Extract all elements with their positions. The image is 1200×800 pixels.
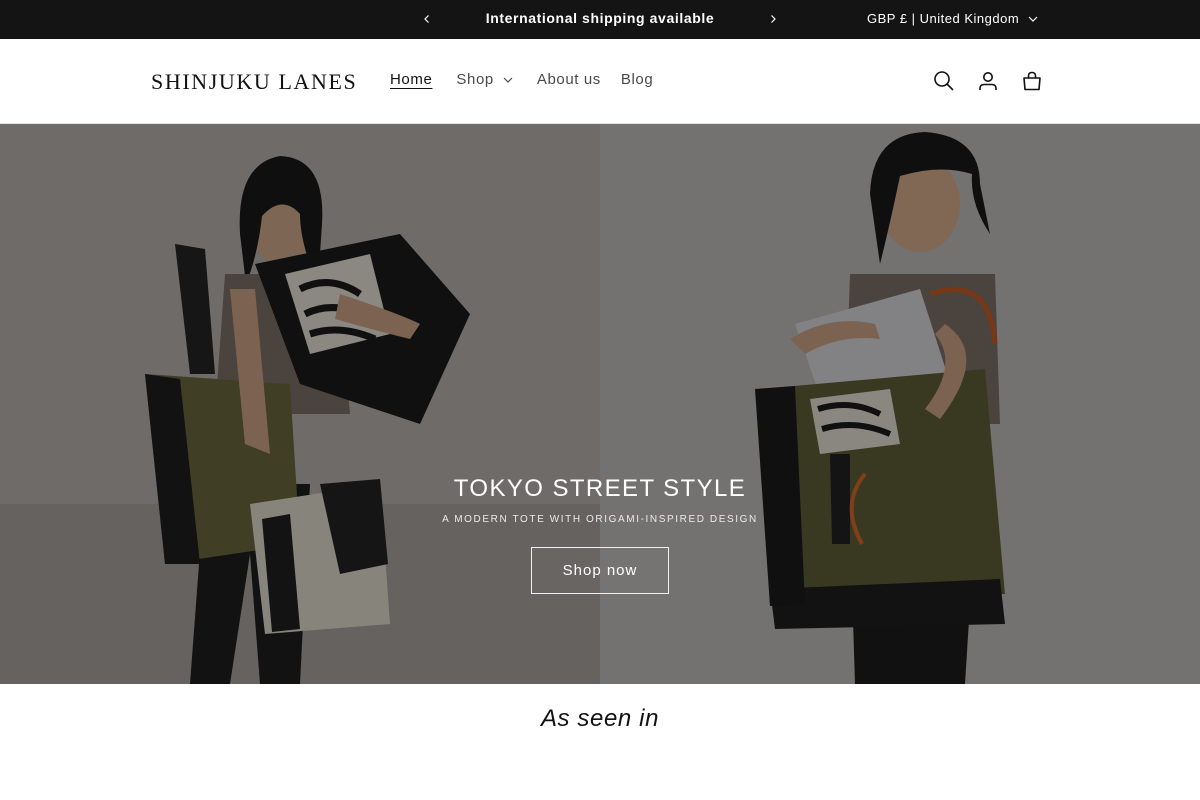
- site-header: SHINJUKU LANES Home Shop About us Blog: [0, 39, 1200, 124]
- announcement-prev-button[interactable]: [417, 9, 437, 29]
- hero-banner: TOKYO STREET STYLE A MODERN TOTE WITH OR…: [0, 124, 1200, 684]
- locale-selector[interactable]: GBP £ | United Kingdom: [867, 11, 1038, 26]
- chevron-down-icon: [1028, 16, 1038, 22]
- main-nav: Home Shop About us Blog: [390, 71, 653, 88]
- cart-button[interactable]: [1010, 59, 1054, 103]
- chevron-right-icon: [771, 15, 776, 23]
- shop-now-button[interactable]: Shop now: [531, 547, 669, 594]
- announcement-next-button[interactable]: [763, 9, 783, 29]
- nav-blog[interactable]: Blog: [621, 71, 653, 88]
- hero-title: TOKYO STREET STYLE: [453, 475, 747, 502]
- nav-home[interactable]: Home: [390, 71, 432, 88]
- site-logo[interactable]: SHINJUKU LANES: [151, 69, 357, 95]
- cart-icon: [1023, 71, 1041, 91]
- nav-shop-label: Shop: [456, 71, 494, 88]
- account-button[interactable]: [966, 59, 1010, 103]
- hero-overlay: [0, 124, 1200, 684]
- account-icon: [979, 72, 997, 90]
- search-button[interactable]: [922, 59, 966, 103]
- search-icon: [934, 71, 954, 91]
- hero-subtitle: A MODERN TOTE WITH ORIGAMI-INSPIRED DESI…: [442, 514, 758, 525]
- as-seen-in-heading: As seen in: [540, 705, 660, 732]
- chevron-down-icon: [503, 77, 513, 83]
- announcement-text: International shipping available: [485, 10, 715, 26]
- announcement-bar: International shipping available GBP £ |…: [0, 0, 1200, 39]
- chevron-left-icon: [424, 15, 429, 23]
- locale-label: GBP £ | United Kingdom: [867, 11, 1020, 26]
- nav-shop[interactable]: Shop: [456, 71, 513, 88]
- nav-about[interactable]: About us: [537, 71, 601, 88]
